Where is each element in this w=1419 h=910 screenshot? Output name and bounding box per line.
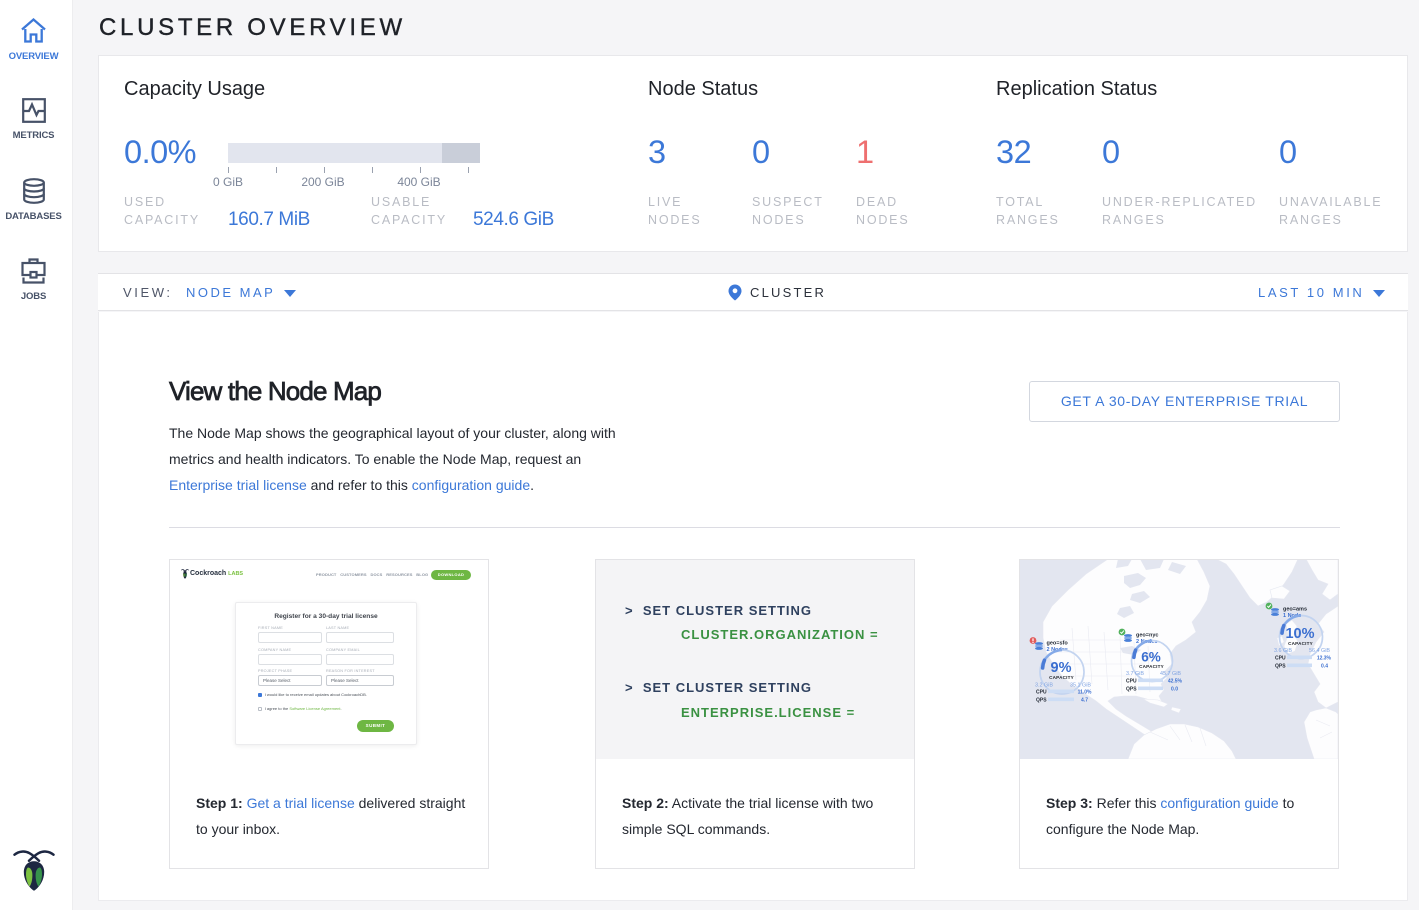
svg-text:0.0: 0.0 xyxy=(1171,687,1178,693)
svg-text:6%: 6% xyxy=(1141,650,1161,665)
svg-text:CAPACITY: CAPACITY xyxy=(1288,641,1313,646)
svg-text:4.7: 4.7 xyxy=(1081,698,1088,704)
svg-text:QPS: QPS xyxy=(1275,664,1286,670)
svg-text:3.6 GiB: 3.6 GiB xyxy=(1274,648,1292,654)
svg-text:42.5%: 42.5% xyxy=(1168,679,1183,685)
svg-text:geo=ams: geo=ams xyxy=(1283,607,1307,613)
svg-text:12.3%: 12.3% xyxy=(1317,656,1332,662)
svg-text:CPU: CPU xyxy=(1036,690,1047,696)
svg-text:CPU: CPU xyxy=(1126,679,1137,685)
svg-text:3.2 GiB: 3.2 GiB xyxy=(1035,683,1053,689)
svg-text:QPS: QPS xyxy=(1036,698,1047,704)
svg-text:geo=sfo: geo=sfo xyxy=(1047,641,1069,647)
svg-text:geo=nyc: geo=nyc xyxy=(1136,633,1158,639)
svg-text:45.7 GiB: 45.7 GiB xyxy=(1160,671,1181,677)
svg-text:11.0%: 11.0% xyxy=(1078,690,1092,696)
svg-text:CAPACITY: CAPACITY xyxy=(1049,675,1074,680)
svg-text:QPS: QPS xyxy=(1126,687,1137,693)
svg-text:CAPACITY: CAPACITY xyxy=(1139,664,1164,669)
svg-text:CPU: CPU xyxy=(1275,656,1286,662)
svg-text:3.7 GiB: 3.7 GiB xyxy=(1126,671,1144,677)
svg-text:56.4 GiB: 56.4 GiB xyxy=(1309,648,1330,654)
svg-text:35.1 GiB: 35.1 GiB xyxy=(1070,683,1091,689)
svg-text:9%: 9% xyxy=(1051,660,1072,676)
svg-text:10%: 10% xyxy=(1285,626,1314,642)
svg-text:0.4: 0.4 xyxy=(1321,664,1328,670)
